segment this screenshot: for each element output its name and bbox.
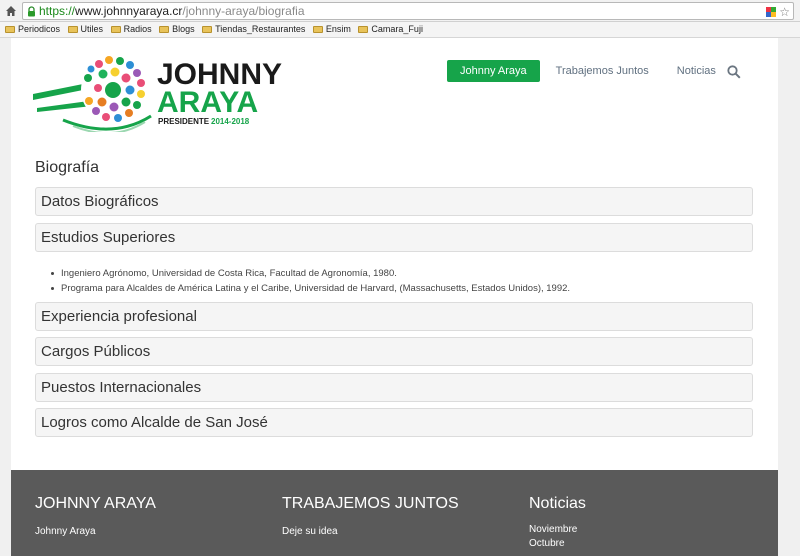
bookmark-item[interactable]: Utiles xyxy=(67,22,104,37)
lock-icon xyxy=(28,6,35,17)
campaign-logo[interactable]: JOHNNY ARAYA PRESIDENTE 2014-2018 xyxy=(33,50,293,132)
footer-link[interactable]: Octubre xyxy=(529,538,586,549)
bookmark-item[interactable]: Periodicos xyxy=(5,22,60,37)
bookmark-item[interactable]: Blogs xyxy=(159,22,195,37)
footer-col-noticias: Noticias Noviembre Octubre xyxy=(529,470,586,549)
folder-icon xyxy=(312,26,323,33)
site-footer: JOHNNY ARAYA Johnny Araya TRABAJEMOS JUN… xyxy=(11,470,778,556)
bookmarks-bar: Periodicos Utiles Radios Blogs Tiendas_R… xyxy=(0,22,800,38)
folder-icon xyxy=(202,26,213,33)
bookmark-item[interactable]: Tiendas_Restaurantes xyxy=(202,22,305,37)
bookmark-label: Periodicos xyxy=(18,24,61,34)
url-protocol: https:// xyxy=(39,4,76,18)
search-icon[interactable] xyxy=(727,65,741,79)
folder-icon xyxy=(110,26,121,33)
star-icon[interactable]: ☆ xyxy=(779,5,790,19)
footer-link[interactable]: Johnny Araya xyxy=(35,526,156,537)
folder-icon xyxy=(358,26,369,33)
accordion-experiencia-profesional[interactable]: Experiencia profesional xyxy=(35,302,753,331)
studies-list: Ingeniero Agrónomo, Universidad de Costa… xyxy=(50,266,571,296)
folder-icon xyxy=(159,26,170,33)
footer-heading: Noticias xyxy=(529,495,586,512)
accordion-logros-alcalde[interactable]: Logros como Alcalde de San José xyxy=(35,408,753,437)
url-host: www.johnnyaraya.cr xyxy=(75,4,183,18)
bookmark-label: Blogs xyxy=(172,24,195,34)
address-bar[interactable]: https://www.johnnyaraya.cr/johnny-araya/… xyxy=(22,2,794,20)
nav-johnny-araya[interactable]: Johnny Araya xyxy=(447,60,540,82)
address-bar-icons: ☆ xyxy=(766,4,790,19)
logo-tagline-b: 2014-2018 xyxy=(211,117,250,126)
page-title: Biografía xyxy=(35,159,100,176)
browser-toolbar: https://www.johnnyaraya.cr/johnny-araya/… xyxy=(0,0,800,22)
list-item: Programa para Alcaldes de América Latina… xyxy=(50,283,571,294)
bookmark-label: Ensim xyxy=(325,24,351,34)
nav-noticias[interactable]: Noticias xyxy=(664,60,729,82)
logo-line2: ARAYA xyxy=(157,86,258,119)
footer-link[interactable]: Noviembre xyxy=(529,524,586,535)
bookmark-label: Utiles xyxy=(80,24,104,34)
bookmark-label: Radios xyxy=(123,24,152,34)
list-item: Ingeniero Agrónomo, Universidad de Costa… xyxy=(50,266,570,281)
accordion-puestos-internacionales[interactable]: Puestos Internacionales xyxy=(35,373,753,402)
nav-trabajemos-juntos[interactable]: Trabajemos Juntos xyxy=(543,60,662,82)
bookmark-item[interactable]: Ensim xyxy=(312,22,351,37)
logo-tagline-a: PRESIDENTE xyxy=(158,117,210,126)
bookmark-item[interactable]: Camara_Fuji xyxy=(358,22,423,37)
web-page: JOHNNY ARAYA PRESIDENTE 2014-2018 Johnny… xyxy=(11,38,778,556)
footer-heading: JOHNNY ARAYA xyxy=(35,495,156,512)
bookmark-label: Camara_Fuji xyxy=(371,24,423,34)
main-nav: Johnny Araya Trabajemos Juntos Noticias xyxy=(447,60,729,82)
folder-icon xyxy=(67,26,78,33)
footer-heading: TRABAJEMOS JUNTOS xyxy=(282,495,459,512)
extension-icon[interactable] xyxy=(766,7,777,17)
footer-col-trabajemos-juntos: TRABAJEMOS JUNTOS Deje su idea xyxy=(282,470,459,537)
folder-icon xyxy=(5,26,15,33)
bookmark-label: Tiendas_Restaurantes xyxy=(215,24,306,34)
accordion-estudios-superiores[interactable]: Estudios Superiores xyxy=(35,223,753,252)
url-path: /johnny-araya/biografia xyxy=(182,4,305,18)
footer-link[interactable]: Deje su idea xyxy=(282,526,459,537)
home-icon[interactable] xyxy=(5,5,17,17)
footer-col-johnny-araya: JOHNNY ARAYA Johnny Araya xyxy=(35,470,156,537)
accordion-cargos-publicos[interactable]: Cargos Públicos xyxy=(35,337,753,366)
page-gutter xyxy=(778,38,800,556)
bookmark-item[interactable]: Radios xyxy=(110,22,152,37)
accordion-datos-biograficos[interactable]: Datos Biográficos xyxy=(35,187,753,216)
